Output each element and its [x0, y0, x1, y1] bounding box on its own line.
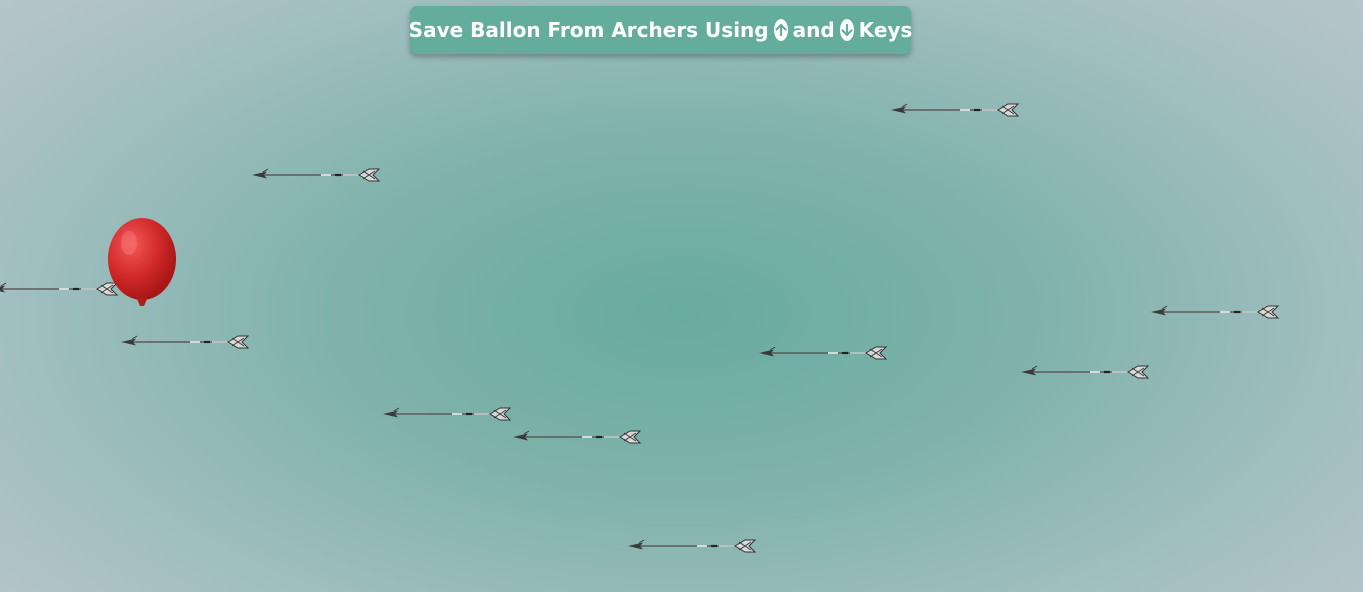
arrow-projectile — [1020, 365, 1150, 379]
arrow-projectile — [627, 539, 757, 553]
arrow-projectile — [251, 168, 381, 182]
arrow-projectile — [1150, 305, 1280, 319]
red-balloon-player[interactable] — [105, 217, 179, 309]
arrow-projectile — [120, 335, 250, 349]
arrow-projectile — [758, 346, 888, 360]
arrow-up-circle-icon — [773, 19, 788, 41]
arrow-projectile — [512, 430, 642, 444]
banner-text-before: Save Ballon From Archers Using — [408, 18, 769, 42]
arrow-projectile — [0, 282, 119, 296]
instructions-banner: Save Ballon From Archers Using and Keys — [408, 6, 913, 54]
banner-text-after: Keys — [858, 18, 913, 42]
arrow-projectile — [890, 103, 1020, 117]
arrow-down-circle-icon — [839, 19, 854, 41]
arrow-projectile — [382, 407, 512, 421]
banner-text-middle: and — [792, 18, 835, 42]
